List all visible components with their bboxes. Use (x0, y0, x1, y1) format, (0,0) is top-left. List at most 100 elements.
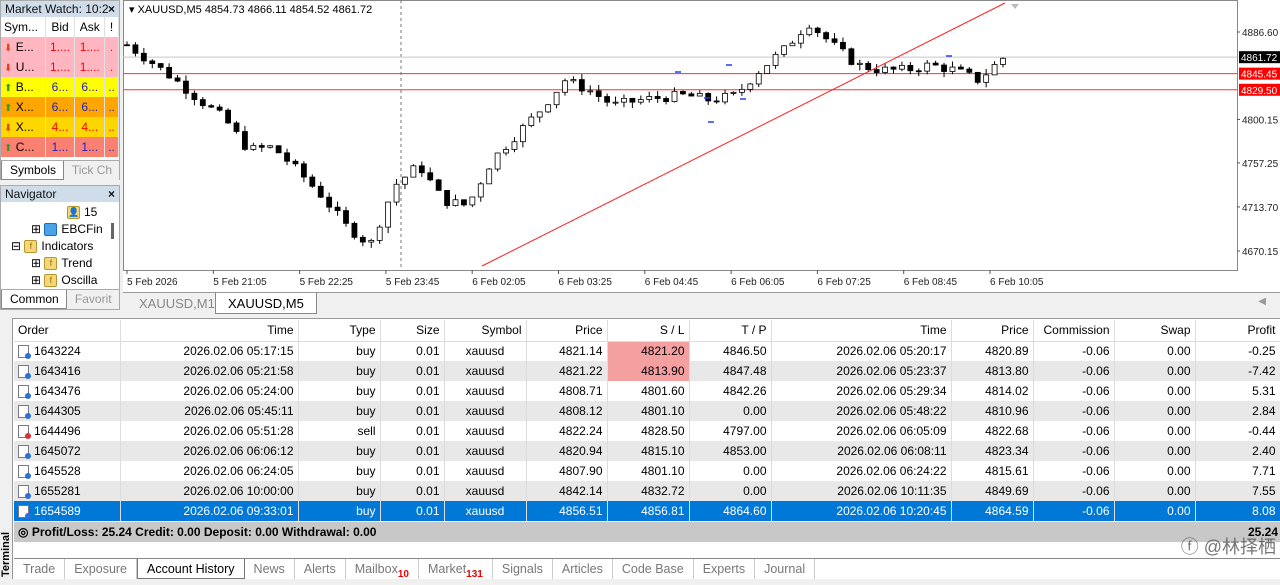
col-header[interactable]: Order (14, 320, 121, 342)
scroll-left-icon[interactable]: ◀ (1258, 296, 1266, 307)
cell-symbol: xauusd (444, 421, 527, 441)
tab-articles[interactable]: Articles (553, 559, 613, 579)
col-ask[interactable]: Ask (75, 17, 106, 37)
candle-body (899, 64, 905, 70)
candle-body (629, 97, 636, 103)
candle-body (991, 64, 998, 76)
tab-xauusd-m1[interactable]: XAUUSD,M1 (127, 293, 227, 314)
cell-commission: -0.06 (1033, 441, 1115, 461)
col-header[interactable]: Profit (1195, 320, 1280, 342)
tab-xauusd-m5[interactable]: XAUUSD,M5 (215, 293, 317, 314)
tab-signals[interactable]: Signals (493, 559, 553, 579)
candle-body (840, 41, 846, 50)
tab-mailbox[interactable]: Mailbox10 (346, 559, 419, 580)
market-watch-row[interactable]: ⬇ E... 1.... 1.... . (1, 37, 119, 57)
cell-time: 2026.02.06 09:33:01 (120, 501, 299, 521)
tab-exposure[interactable]: Exposure (65, 559, 138, 579)
cell-symbol: xauusd (444, 441, 527, 461)
nav-item-indicators[interactable]: ⊟ f Indicators (11, 238, 93, 254)
account-icon: 👤 (67, 206, 80, 220)
cell-commission: -0.06 (1033, 341, 1115, 361)
col-header[interactable]: Size (380, 320, 445, 342)
tab-code-base[interactable]: Code Base (613, 559, 694, 579)
tab-trade[interactable]: Trade (14, 559, 66, 579)
tab-favorites[interactable]: Favorit (67, 290, 119, 309)
chart-canvas[interactable]: 4861.72 4845.45 4829.50 4886.60 4800.15 4757.… (123, 0, 1280, 292)
tab-news[interactable]: News (245, 559, 295, 579)
col-flag[interactable]: ! (105, 17, 119, 37)
cell-price: 4820.89 (951, 341, 1034, 361)
time-tick-label: 6 Feb 10:05 (990, 277, 1044, 288)
table-row[interactable]: 1643476 2026.02.06 05:24:00 buy 0.01 xauusd 4… (14, 381, 1280, 401)
order-icon (18, 365, 31, 380)
cell-swap: 0.00 (1114, 361, 1196, 381)
tab-tick-chart[interactable]: Tick Ch (64, 161, 119, 180)
table-row[interactable]: 1644496 2026.02.06 05:51:28 sell 0.01 xauusd… (14, 421, 1280, 441)
nav-item-account[interactable]: 👤 15 (67, 204, 97, 220)
table-row[interactable]: 1654589 2026.02.06 09:33:01 buy 0.01 xauusd 4… (14, 501, 1280, 521)
col-header[interactable]: Price (526, 320, 608, 342)
market-watch-row[interactable]: ⬇ U... 1.... 1.... . (1, 57, 119, 77)
col-bid[interactable]: Bid (46, 17, 76, 37)
tab-symbols[interactable]: Symbols (1, 161, 64, 180)
tab-experts[interactable]: Experts (694, 559, 756, 579)
tab-alerts[interactable]: Alerts (295, 559, 346, 579)
time-tick-label: 5 Feb 2026 (127, 277, 178, 288)
col-symbol[interactable]: Sym... (1, 17, 46, 37)
nav-item-trend[interactable]: ⊞ f Trend (31, 255, 92, 271)
cell-commission: -0.06 (1033, 361, 1115, 381)
market-watch-row[interactable]: ⬇ X... 4... 4... .. (1, 117, 119, 137)
trend-line (481, 2, 1006, 267)
market-watch-row[interactable]: ⬆ X... 6... 6... .. (1, 97, 119, 117)
tab-common[interactable]: Common (1, 290, 67, 309)
nav-item-server[interactable]: ⊞ EBCFin (31, 221, 103, 237)
scrollbar[interactable] (111, 223, 114, 239)
time-tick-label: 6 Feb 02:05 (472, 277, 526, 288)
cell-sl: 4801.10 (607, 461, 690, 481)
nav-item-oscillators[interactable]: ⊞ f Oscilla (31, 272, 97, 288)
table-row[interactable]: 1645528 2026.02.06 06:24:05 buy 0.01 xauusd 4… (14, 461, 1280, 481)
candle-body (536, 111, 543, 118)
col-header[interactable]: Type (298, 320, 381, 342)
tab-market[interactable]: Market131 (419, 559, 493, 580)
col-header[interactable]: Time (771, 320, 952, 342)
cell-size: 0.01 (380, 381, 445, 401)
candle-body (755, 73, 762, 85)
cell-price: 4808.12 (526, 401, 608, 421)
close-icon[interactable]: × (108, 1, 115, 17)
table-row[interactable]: 1643224 2026.02.06 05:17:15 buy 0.01 xauusd 4… (14, 341, 1280, 361)
col-header[interactable]: Commission (1033, 320, 1115, 342)
cell-commission: -0.06 (1033, 421, 1115, 441)
badge: 131 (466, 569, 483, 580)
tab-account-history[interactable]: Account History (137, 559, 245, 579)
close-icon[interactable]: × (108, 186, 115, 202)
candle-body (545, 104, 552, 113)
candle-body (941, 64, 947, 72)
candle-body (124, 44, 130, 47)
col-header[interactable]: Symbol (444, 320, 527, 342)
col-header[interactable]: S / L (607, 320, 690, 342)
market-watch-row[interactable]: ⬆ C... 1... 1... .. (1, 137, 119, 157)
col-header[interactable]: Swap (1114, 320, 1196, 342)
table-row[interactable]: 1645072 2026.02.06 06:06:12 buy 0.01 xauusd 4… (14, 441, 1280, 461)
col-header[interactable]: T / P (689, 320, 772, 342)
cell-type: buy (298, 441, 381, 461)
cell-time: 2026.02.06 06:24:22 (771, 461, 952, 481)
tab-journal[interactable]: Journal (755, 559, 816, 579)
candle-body (292, 160, 299, 165)
price-chart[interactable]: 4861.72 4845.45 4829.50 4886.60 4800.15 4757.… (123, 0, 1280, 292)
table-row[interactable]: 1643416 2026.02.06 05:21:58 buy 0.01 xauusd 4… (14, 361, 1280, 381)
market-watch-row[interactable]: ⬆ B... 6... 6... .. (1, 77, 119, 97)
cell-price: 4856.51 (526, 501, 608, 521)
col-header[interactable]: Time (120, 320, 299, 342)
col-header[interactable]: Price (951, 320, 1034, 342)
table-row[interactable]: 1644305 2026.02.06 05:45:11 buy 0.01 xauusd 4… (14, 401, 1280, 421)
market-watch-panel: Market Watch: 10:2 × Sym... Bid Ask ! ⬇ E… (0, 0, 120, 180)
cell-tp: 4853.00 (689, 441, 772, 461)
candle-body (957, 66, 964, 70)
candle-body (688, 93, 695, 97)
table-row[interactable]: 1655281 2026.02.06 10:00:00 buy 0.01 xauusd 4… (14, 481, 1280, 501)
candle-body (343, 210, 349, 224)
cell-price: 4842.14 (526, 481, 608, 501)
navigator-title: Navigator × (1, 186, 119, 202)
